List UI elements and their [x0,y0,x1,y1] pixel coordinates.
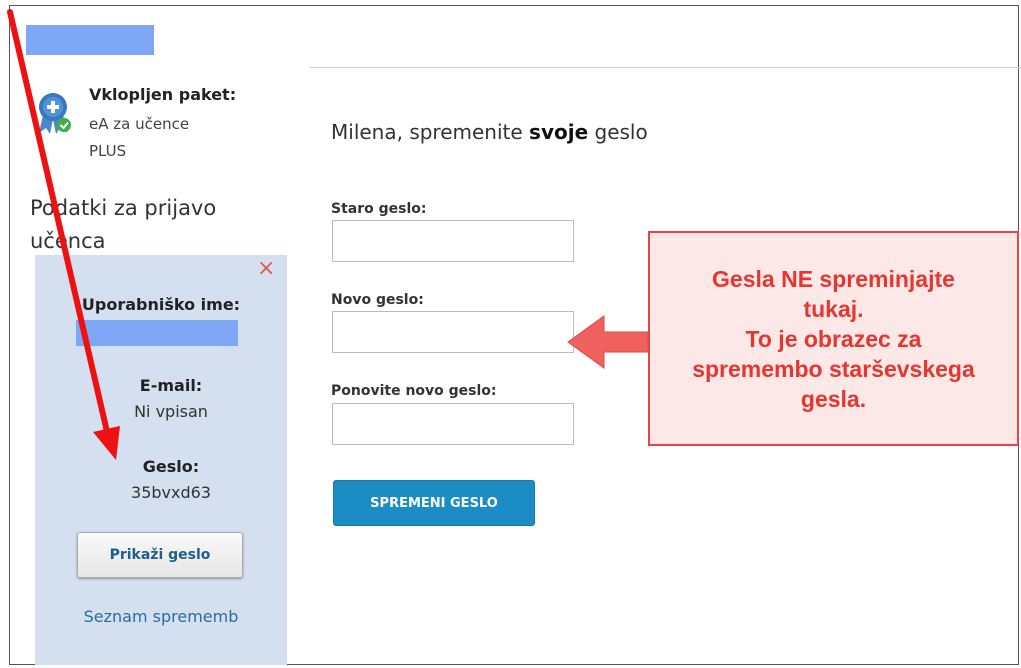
old-password-field[interactable] [332,220,574,262]
username-label: Uporabniško ime: [81,295,241,314]
logo-redaction [26,25,154,55]
username-redaction [76,320,238,346]
login-heading-line2: učenca [30,229,106,253]
package-name: eA za učence [89,115,190,133]
form-title-bold: svoje [529,120,589,144]
email-label: E-mail: [139,376,203,395]
email-value: Ni vpisan [134,402,208,421]
warning-line-2: tukaj. [803,295,864,322]
login-heading-line1: Podatki za prijavo [30,196,217,220]
repeat-password-label: Ponovite novo geslo: [331,383,497,399]
warning-line-5: gesla. [800,385,867,412]
password-value: 35bvxd63 [131,483,211,502]
repeat-password-field[interactable] [332,403,574,445]
login-data-heading: Podatki za prijavo učenca [30,192,280,258]
warning-line-3: To je obrazec za [745,325,922,352]
warning-line-4: spremembo starševskega [692,355,975,382]
header-divider [310,67,1021,68]
form-title-prefix: Milena, spremenite [331,120,530,144]
warning-callout: Gesla NE spreminjajte tukaj. To je obraz… [648,231,1019,446]
new-password-label: Novo geslo: [331,292,424,308]
form-title: Milena, spremenite svoje geslo [331,120,648,144]
change-log-link[interactable]: Seznam sprememb [35,607,287,626]
new-password-field[interactable] [332,311,574,353]
old-password-label: Staro geslo: [331,201,427,217]
warning-line-1: Gesla NE spreminjajte [712,265,955,292]
award-ribbon-icon [39,93,71,134]
password-label: Geslo: [142,457,200,476]
show-password-button[interactable]: Prikaži geslo [77,532,243,578]
package-title: Vklopljen paket: [89,85,237,104]
package-tier: PLUS [89,142,127,160]
form-title-suffix: geslo [588,120,648,144]
close-icon[interactable]: × [257,258,275,280]
change-password-button[interactable]: SPREMENI GESLO [333,480,535,526]
